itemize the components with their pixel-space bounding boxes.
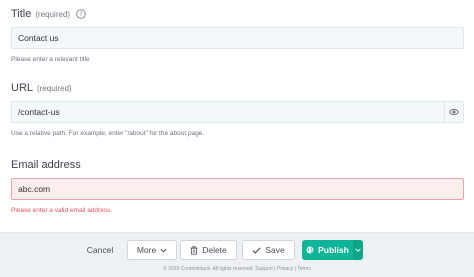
content-entry-form: Title (required) ? Contact us Please ent… bbox=[0, 0, 474, 232]
publish-button-label: Publish bbox=[318, 245, 349, 255]
title-input[interactable]: Contact us bbox=[11, 27, 464, 49]
more-button[interactable]: More bbox=[127, 240, 177, 260]
publish-options-button[interactable] bbox=[353, 240, 363, 260]
email-label: Email address bbox=[11, 159, 81, 171]
checkmark-icon bbox=[252, 247, 261, 254]
title-input-value: Contact us bbox=[18, 33, 59, 43]
url-label: URL bbox=[11, 82, 34, 94]
copyright-text: © 2020 Contentstack. All rights reserved… bbox=[163, 266, 311, 272]
action-button-row: Cancel More Delete Save Publish bbox=[0, 240, 474, 260]
save-button-label: Save bbox=[265, 245, 285, 255]
title-label: Title bbox=[11, 8, 32, 20]
save-button[interactable]: Save bbox=[242, 240, 295, 260]
title-field: Title (required) ? Contact us Please ent… bbox=[11, 7, 464, 63]
delete-button[interactable]: Delete bbox=[180, 240, 237, 260]
url-input-value: /contact-us bbox=[18, 107, 60, 117]
help-circle-icon[interactable]: ? bbox=[76, 9, 86, 19]
svg-text:?: ? bbox=[79, 11, 82, 18]
url-input-divider bbox=[444, 102, 445, 122]
title-hint: Please enter a relevant title bbox=[11, 56, 90, 63]
cancel-button[interactable]: Cancel bbox=[80, 240, 120, 260]
email-input-value: abc.com bbox=[18, 184, 51, 194]
email-error-message: Please enter a valid email address. bbox=[11, 207, 113, 214]
globe-icon bbox=[306, 246, 314, 254]
url-hint: Use a relative path. For example, enter … bbox=[11, 130, 205, 137]
url-required-label: (required) bbox=[37, 83, 72, 93]
email-input[interactable]: abc.com bbox=[11, 178, 464, 200]
more-button-label: More bbox=[136, 245, 157, 255]
url-field: URL (required) /contact-us Use a relativ… bbox=[11, 81, 464, 137]
email-field: Email address abc.com Please enter a val… bbox=[11, 158, 464, 214]
eye-icon[interactable] bbox=[449, 108, 459, 116]
publish-button[interactable]: Publish bbox=[302, 240, 353, 260]
chevron-down-icon bbox=[355, 248, 361, 252]
action-footer: Cancel More Delete Save Publish © 2020 C… bbox=[0, 232, 474, 277]
delete-button-label: Delete bbox=[202, 245, 227, 255]
url-input[interactable]: /contact-us bbox=[11, 101, 464, 123]
trash-icon bbox=[190, 245, 198, 255]
chevron-down-icon bbox=[160, 248, 167, 253]
title-required-label: (required) bbox=[35, 9, 71, 19]
